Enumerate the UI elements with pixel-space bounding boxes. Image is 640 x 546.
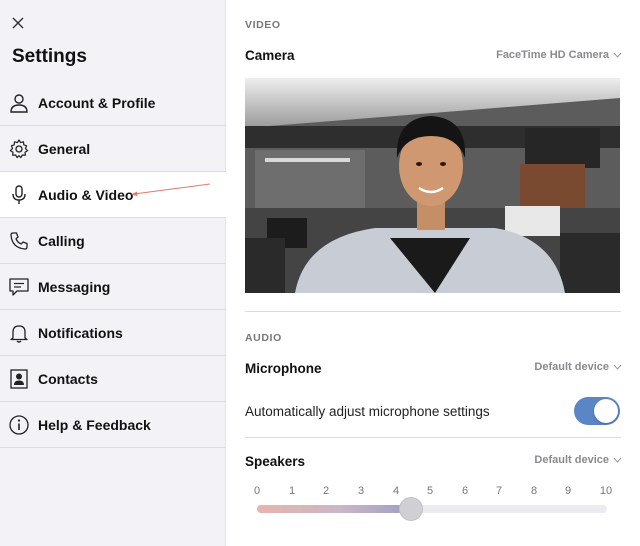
camera-select-value: FaceTime HD Camera: [496, 49, 609, 61]
settings-nav: Account & Profile General Audio & Video …: [0, 80, 226, 448]
sidebar-item-label: Messaging: [38, 278, 111, 295]
volume-tick: 7: [495, 485, 503, 497]
sidebar-item-help-feedback[interactable]: Help & Feedback: [0, 402, 226, 448]
microphone-label: Microphone: [245, 361, 322, 376]
volume-tick: 9: [564, 485, 572, 497]
volume-tick: 1: [288, 485, 296, 497]
sidebar-item-contacts[interactable]: Contacts: [0, 356, 226, 402]
microphone-select-value: Default device: [534, 361, 609, 373]
sidebar-item-audio-video[interactable]: Audio & Video: [0, 172, 226, 218]
sidebar-item-account-profile[interactable]: Account & Profile: [0, 80, 226, 126]
video-section-label: VIDEO: [245, 19, 281, 31]
close-button[interactable]: [10, 14, 26, 32]
sidebar-item-label: Notifications: [38, 324, 123, 341]
settings-main-panel: VIDEO Camera FaceTime HD Camera AUDIO Mi…: [227, 0, 640, 546]
person-icon: [8, 92, 30, 114]
bell-icon: [8, 322, 30, 344]
message-icon: [8, 276, 30, 298]
sidebar-item-label: General: [38, 140, 91, 157]
volume-tick: 5: [426, 485, 434, 497]
chevron-down-icon: [613, 457, 622, 463]
divider: [245, 311, 621, 312]
volume-tick: 3: [357, 485, 365, 497]
divider: [245, 437, 621, 438]
camera-select[interactable]: FaceTime HD Camera: [496, 49, 622, 61]
volume-tick: 2: [322, 485, 330, 497]
volume-tick: 6: [461, 485, 469, 497]
sidebar-item-label: Audio & Video: [38, 186, 134, 203]
camera-preview: [245, 78, 620, 293]
volume-slider[interactable]: [257, 497, 607, 521]
speakers-label: Speakers: [245, 454, 306, 469]
sidebar-item-messaging[interactable]: Messaging: [0, 264, 226, 310]
speakers-select[interactable]: Default device: [534, 454, 622, 466]
sidebar-item-label: Contacts: [38, 370, 98, 387]
sidebar-item-label: Calling: [38, 232, 85, 249]
chevron-down-icon: [613, 52, 622, 58]
volume-slider-fill: [257, 505, 411, 513]
sidebar-item-label: Account & Profile: [38, 94, 156, 111]
volume-tick: 4: [392, 485, 400, 497]
volume-tick: 0: [253, 485, 261, 497]
gear-icon: [8, 138, 30, 160]
sidebar-item-general[interactable]: General: [0, 126, 226, 172]
microphone-icon: [8, 184, 30, 206]
toggle-knob: [594, 399, 618, 423]
volume-tick: 8: [530, 485, 538, 497]
contacts-icon: [8, 368, 30, 390]
close-icon: [12, 17, 24, 29]
sidebar-title: Settings: [12, 46, 87, 67]
auto-adjust-label: Automatically adjust microphone settings: [245, 404, 490, 419]
camera-label: Camera: [245, 48, 295, 63]
phone-icon: [8, 230, 30, 252]
sidebar-item-notifications[interactable]: Notifications: [0, 310, 226, 356]
volume-slider-thumb[interactable]: [399, 497, 423, 521]
info-icon: [8, 414, 30, 436]
chevron-down-icon: [613, 364, 622, 370]
sidebar-item-label: Help & Feedback: [38, 416, 151, 433]
auto-adjust-toggle[interactable]: [574, 397, 620, 425]
sidebar-item-calling[interactable]: Calling: [0, 218, 226, 264]
audio-section-label: AUDIO: [245, 332, 282, 344]
volume-tick: 10: [599, 485, 613, 497]
settings-sidebar: Settings Account & Profile General Audio…: [0, 0, 226, 546]
annotation-arrow: [131, 183, 211, 196]
microphone-select[interactable]: Default device: [534, 361, 622, 373]
speakers-select-value: Default device: [534, 454, 609, 466]
